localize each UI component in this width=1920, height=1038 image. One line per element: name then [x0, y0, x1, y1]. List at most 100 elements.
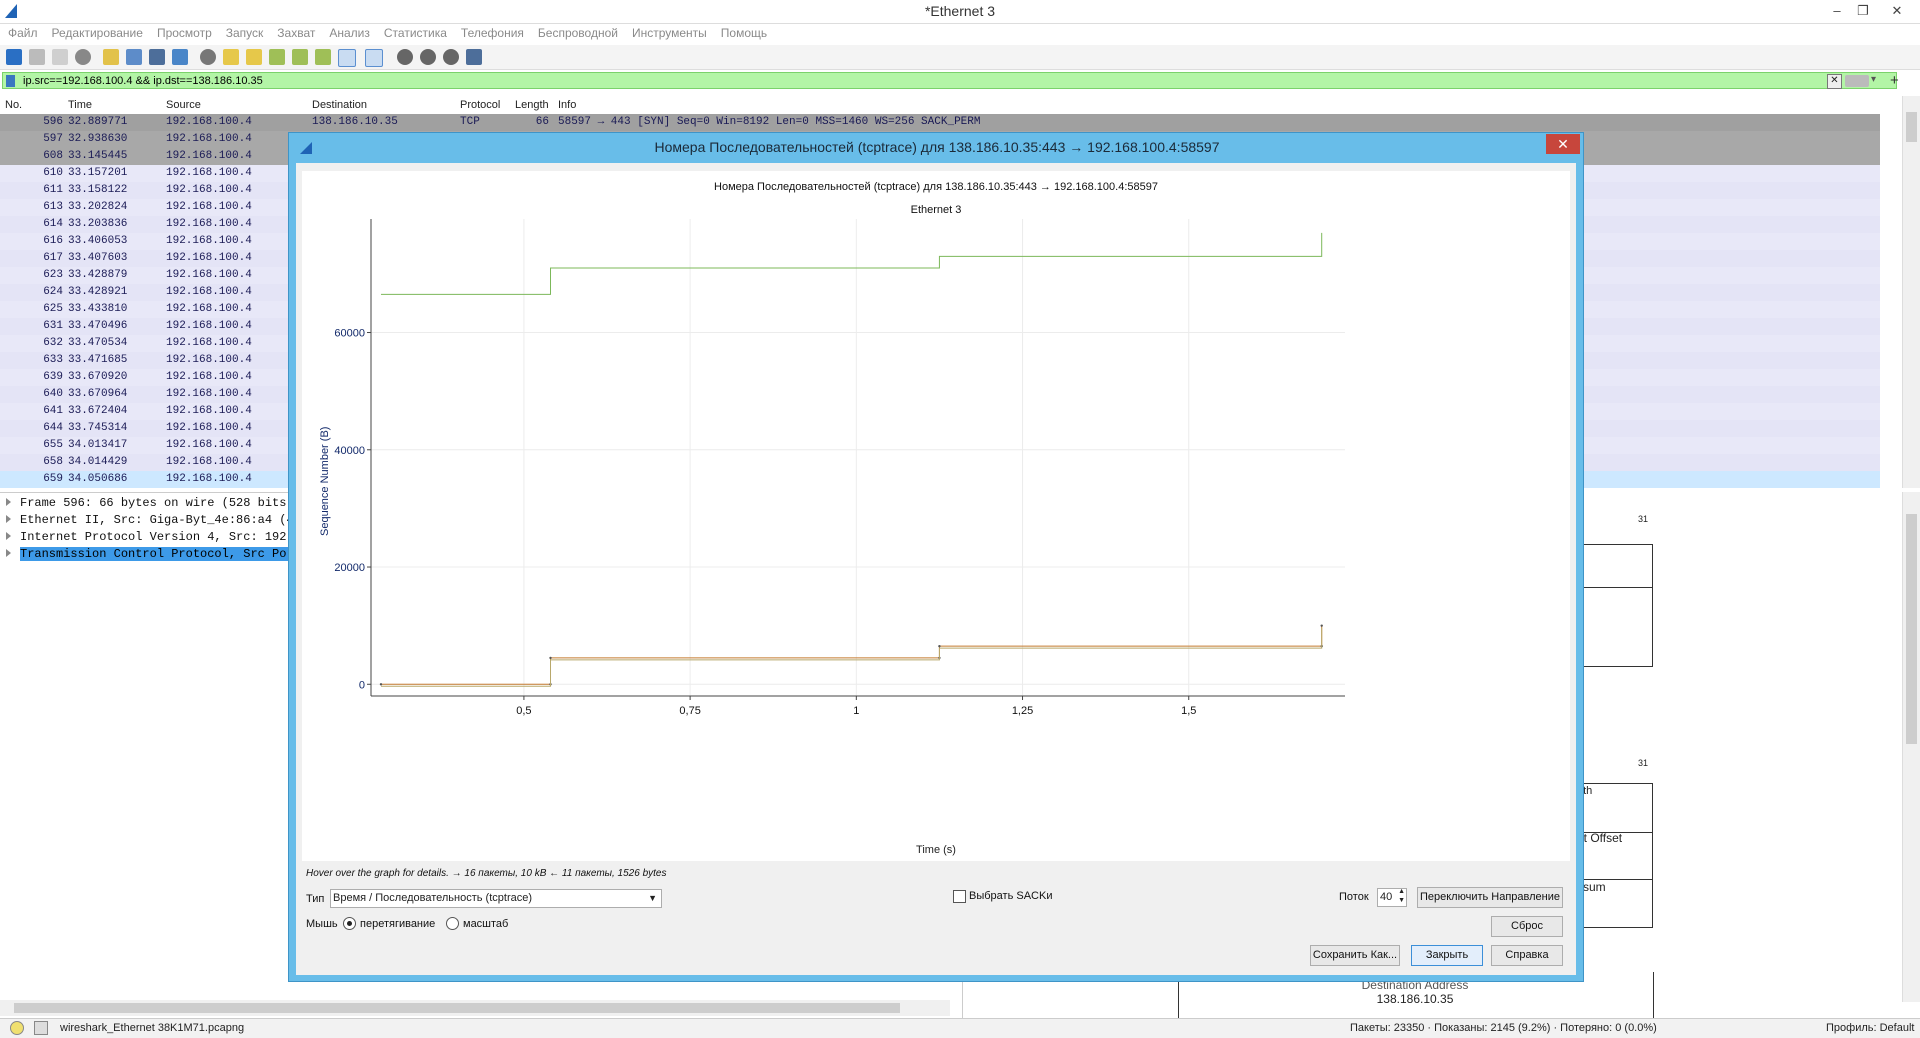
cell-time: 33.428879 [68, 269, 128, 281]
reload-file-icon[interactable] [172, 49, 188, 65]
table-row[interactable]: 596 32.889771 192.168.100.4 138.186.10.35 TC… [0, 114, 1880, 131]
profile-label[interactable]: Профиль: Default [1826, 1022, 1914, 1034]
minimize-button[interactable]: – [1826, 2, 1848, 20]
cell-time: 33.428921 [68, 286, 128, 298]
type-label: Тип [306, 893, 325, 905]
last-packet-icon[interactable] [315, 49, 331, 65]
cell-no: 611 [43, 184, 63, 196]
scroll-thumb[interactable] [1906, 514, 1917, 744]
help-button[interactable]: Справка [1491, 945, 1563, 966]
go-forward-icon[interactable] [246, 49, 262, 65]
zoom-radio[interactable] [446, 917, 459, 930]
menu-edit[interactable]: Редактирование [52, 26, 143, 40]
tree-item-tcp[interactable]: Transmission Control Protocol, Src Por [6, 546, 294, 563]
tree-item-frame[interactable]: Frame 596: 66 bytes on wire (528 bits) [6, 495, 294, 512]
stream-spinbox[interactable]: 40 ▲ ▼ [1377, 888, 1407, 907]
cell-time: 34.013417 [68, 439, 128, 451]
add-filter-button[interactable]: + [1890, 72, 1899, 89]
auto-scroll-icon[interactable] [338, 49, 356, 67]
menu-view[interactable]: Просмотр [157, 26, 212, 40]
resize-columns-icon[interactable] [466, 49, 482, 65]
packet-list-header: No. Time Source Destination Protocol Len… [0, 96, 1902, 115]
scroll-thumb[interactable] [1906, 112, 1917, 142]
x-tick-label: 1 [853, 705, 859, 717]
graph-type-select[interactable]: Время / Последовательность (tcptrace) ▼ [330, 889, 662, 908]
col-destination[interactable]: Destination [312, 99, 367, 111]
start-capture-icon[interactable] [6, 49, 22, 65]
cell-time: 33.202824 [68, 201, 128, 213]
status-bar: wireshark_Ethernet 38K1M71.pcapng Пакеты… [0, 1018, 1920, 1038]
bookmark-icon[interactable] [6, 75, 15, 87]
capture-options-icon[interactable] [75, 49, 91, 65]
cell-time: 34.050686 [68, 473, 128, 485]
stop-capture-icon[interactable] [29, 49, 45, 65]
cell-time: 33.433810 [68, 303, 128, 315]
menu-analyze[interactable]: Анализ [329, 26, 370, 40]
save-as-button[interactable]: Сохранить Как... [1310, 945, 1400, 966]
col-protocol[interactable]: Protocol [460, 99, 500, 111]
tree-item-ip[interactable]: Internet Protocol Version 4, Src: 192. [6, 529, 294, 546]
zoom-normal-icon[interactable] [443, 49, 459, 65]
apply-filter-icon[interactable] [1845, 75, 1869, 87]
menu-statistics[interactable]: Статистика [384, 26, 447, 40]
open-file-icon[interactable] [103, 49, 119, 65]
menu-capture[interactable]: Захват [277, 26, 315, 40]
tree-item-ethernet[interactable]: Ethernet II, Src: Giga-Byt_4e:86:a4 (4 [6, 512, 294, 529]
sack-checkbox[interactable] [953, 890, 966, 903]
menu-tools[interactable]: Инструменты [632, 26, 707, 40]
save-file-icon[interactable] [126, 49, 142, 65]
spin-arrows-icon[interactable]: ▲ ▼ [1398, 887, 1405, 905]
col-source[interactable]: Source [166, 99, 201, 111]
details-hscrollbar[interactable] [0, 1000, 950, 1016]
cell-time: 33.407603 [68, 252, 128, 264]
first-packet-icon[interactable] [292, 49, 308, 65]
menu-file[interactable]: Файл [8, 26, 38, 40]
details-scrollbar[interactable] [1902, 492, 1920, 1002]
display-filter-input[interactable]: ip.src==192.168.100.4 && ip.dst==138.186… [2, 72, 1897, 89]
dialog-body: Номера Последовательностей (tcptrace) дл… [296, 163, 1576, 975]
reset-button[interactable]: Сброс [1491, 916, 1563, 937]
restore-button[interactable]: ❐ [1852, 2, 1874, 20]
drag-radio[interactable] [343, 917, 356, 930]
menu-go[interactable]: Запуск [226, 26, 264, 40]
y-tick-label: 40000 [334, 445, 365, 457]
dialog-close-button[interactable]: ✕ [1546, 134, 1580, 154]
restart-capture-icon[interactable] [52, 49, 68, 65]
sequence-chart[interactable]: 0 20000 40000 60000 0,5 0,75 1 1,25 1,5 [302, 171, 1570, 861]
close-button[interactable]: Закрыть [1411, 945, 1483, 966]
zoom-in-icon[interactable] [397, 49, 413, 65]
switch-direction-button[interactable]: Переключить Направление [1417, 887, 1563, 908]
ack-line [380, 627, 1323, 687]
cell-no: 641 [43, 405, 63, 417]
zoom-out-icon[interactable] [420, 49, 436, 65]
clear-filter-icon[interactable]: ✕ [1827, 74, 1842, 89]
go-back-icon[interactable] [223, 49, 239, 65]
filter-dropdown-icon[interactable]: ▾ [1871, 74, 1876, 85]
close-file-icon[interactable] [149, 49, 165, 65]
y-axis-label: Sequence Number (B) [319, 426, 331, 536]
col-info[interactable]: Info [558, 99, 576, 111]
hscroll-thumb[interactable] [14, 1003, 900, 1013]
expert-info-icon[interactable] [10, 1021, 24, 1035]
find-packet-icon[interactable] [200, 49, 216, 65]
cell-src: 192.168.100.4 [166, 218, 252, 230]
close-window-button[interactable]: ✕ [1886, 2, 1908, 20]
comment-icon[interactable] [34, 1021, 48, 1035]
col-length[interactable]: Length [515, 99, 549, 111]
packet-list-scrollbar[interactable] [1902, 96, 1920, 488]
tree-item-label: Transmission Control Protocol, Src Por [20, 547, 294, 561]
x-tick-label: 1,25 [1012, 705, 1033, 717]
col-no[interactable]: No. [5, 99, 22, 111]
capture-file-name: wireshark_Ethernet 38K1M71.pcapng [60, 1022, 245, 1034]
menu-help[interactable]: Помощь [721, 26, 767, 40]
colorize-icon[interactable] [365, 49, 383, 67]
menu-wireless[interactable]: Беспроводной [538, 26, 618, 40]
graph-canvas[interactable]: Номера Последовательностей (tcptrace) дл… [302, 171, 1570, 861]
col-time[interactable]: Time [68, 99, 92, 111]
cell-no: 614 [43, 218, 63, 230]
dialog-title-bar[interactable]: Номера Последовательностей (tcptrace) дл… [289, 133, 1585, 163]
menu-telephony[interactable]: Телефония [461, 26, 524, 40]
cell-src: 192.168.100.4 [166, 235, 252, 247]
go-to-packet-icon[interactable] [269, 49, 285, 65]
cell-no: 655 [43, 439, 63, 451]
